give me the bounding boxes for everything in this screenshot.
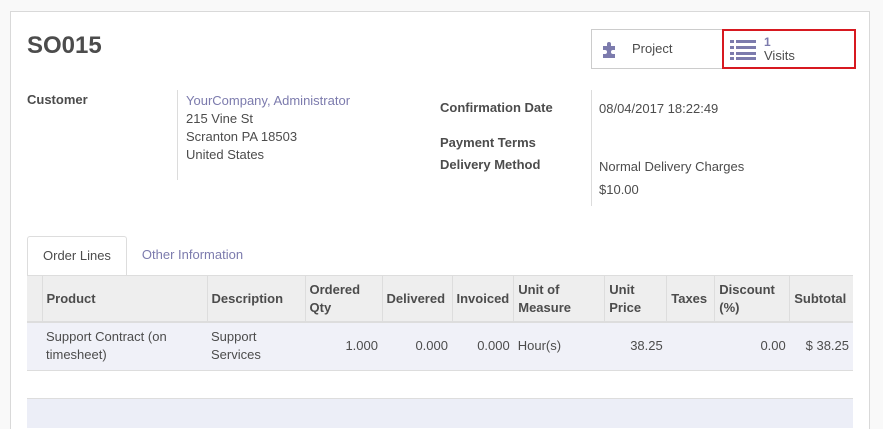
delivery-method-label: Delivery Method xyxy=(440,157,541,172)
order-lines-table: Product Description Ordered Qty Delivere… xyxy=(27,276,853,371)
tab-order-lines[interactable]: Order Lines xyxy=(27,236,127,276)
tab-other-information[interactable]: Other Information xyxy=(127,236,258,276)
header-discount[interactable]: Discount (%) xyxy=(714,276,790,322)
project-label: Project xyxy=(632,41,673,56)
customer-divider xyxy=(177,90,178,180)
cell-delivered[interactable]: 0.000 xyxy=(382,322,452,371)
customer-country: United States xyxy=(186,147,265,162)
cell-description[interactable]: Support Services xyxy=(207,322,305,371)
project-smart-button[interactable]: Project xyxy=(591,29,723,69)
header-description[interactable]: Description xyxy=(206,276,305,322)
header-unit-price[interactable]: Unit Price xyxy=(604,276,667,322)
visits-count: 1 xyxy=(764,35,771,49)
customer-label: Customer xyxy=(27,92,88,107)
payment-terms-label: Payment Terms xyxy=(440,135,536,150)
details-divider xyxy=(591,90,592,206)
cell-taxes[interactable] xyxy=(666,322,715,371)
header-handle xyxy=(27,276,42,322)
visits-label: Visits xyxy=(764,48,795,63)
delivery-method-value[interactable]: Normal Delivery Charges xyxy=(599,158,744,176)
visits-smart-button[interactable]: 1 Visits xyxy=(722,29,856,69)
table-empty-row xyxy=(27,398,853,428)
header-ordered-qty[interactable]: Ordered Qty xyxy=(304,276,382,322)
header-product[interactable]: Product xyxy=(41,276,207,322)
puzzle-icon xyxy=(598,36,624,62)
table-header-row: Product Description Ordered Qty Delivere… xyxy=(27,276,853,322)
notebook-tabs: Order Lines Other Information xyxy=(27,236,258,276)
header-invoiced[interactable]: Invoiced xyxy=(451,276,514,322)
row-handle xyxy=(27,322,42,371)
header-unit-of-measure[interactable]: Unit of Measure xyxy=(513,276,605,322)
cell-subtotal: $ 38.25 xyxy=(789,322,853,371)
header-subtotal[interactable]: Subtotal xyxy=(789,276,853,322)
cell-invoiced[interactable]: 0.000 xyxy=(452,322,514,371)
table-row[interactable]: Support Contract (on timesheet) Support … xyxy=(27,322,853,371)
cell-uom[interactable]: Hour(s) xyxy=(513,322,605,371)
customer-name-link[interactable]: YourCompany, Administrator xyxy=(186,92,350,110)
customer-city: Scranton PA 18503 xyxy=(186,129,298,144)
delivery-price: $10.00 xyxy=(599,182,639,197)
header-delivered[interactable]: Delivered xyxy=(381,276,452,322)
customer-street: 215 Vine St xyxy=(186,111,253,126)
confirmation-date-value[interactable]: 08/04/2017 18:22:49 xyxy=(599,100,718,118)
page-title: SO015 xyxy=(27,32,102,59)
confirmation-date-label: Confirmation Date xyxy=(440,100,553,115)
cell-unit-price[interactable]: 38.25 xyxy=(604,322,667,371)
header-taxes[interactable]: Taxes xyxy=(666,276,715,322)
cell-discount[interactable]: 0.00 xyxy=(714,322,790,371)
cell-ordered-qty[interactable]: 1.000 xyxy=(305,322,382,371)
cell-product[interactable]: Support Contract (on timesheet) xyxy=(42,322,207,371)
list-icon xyxy=(730,36,756,62)
form-sheet: SO015 Project 1 Visits Customer YourComp… xyxy=(10,11,870,429)
